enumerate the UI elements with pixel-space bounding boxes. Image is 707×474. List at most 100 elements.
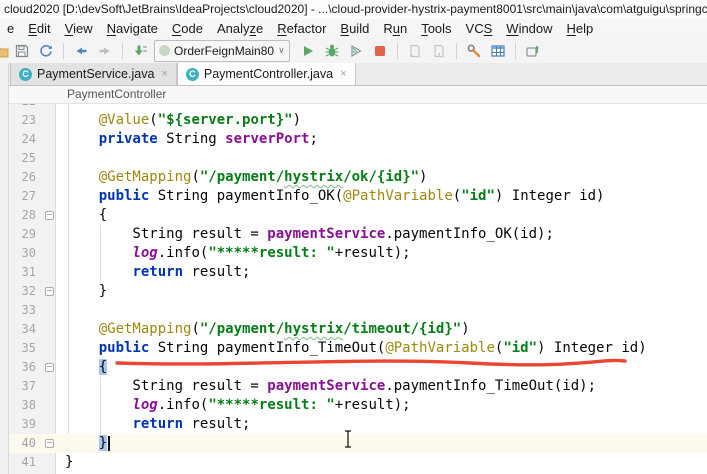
editor-row: 37 String result = paymentService.paymen… xyxy=(0,377,707,396)
code-line[interactable]: String result = paymentService.paymentIn… xyxy=(65,377,596,396)
line-number[interactable]: 22 xyxy=(8,104,36,111)
editor-row: 39 return result; xyxy=(0,415,707,434)
line-number[interactable]: 40 xyxy=(8,434,36,453)
menu-item-refactor[interactable]: Refactor xyxy=(270,19,333,38)
coverage-icon xyxy=(351,44,362,57)
line-number[interactable]: 31 xyxy=(8,263,36,282)
back-button[interactable] xyxy=(69,40,93,62)
fold-marker-icon[interactable] xyxy=(45,439,54,448)
forward-button[interactable] xyxy=(93,40,117,62)
menu-item-tools[interactable]: Tools xyxy=(414,19,458,38)
line-number[interactable]: 26 xyxy=(8,168,36,187)
editor-row: 28 { xyxy=(0,206,707,225)
tab-label: PaymentService.java xyxy=(37,67,155,81)
line-number[interactable]: 33 xyxy=(8,301,36,320)
code-line[interactable]: @GetMapping("/payment/hystrix/timeout/{i… xyxy=(65,320,470,339)
editor-row: 36 { xyxy=(0,358,707,377)
line-number[interactable]: 25 xyxy=(8,149,36,168)
menu-item-edit[interactable]: Edit xyxy=(21,19,57,38)
class-icon: C xyxy=(185,67,199,81)
close-icon[interactable]: × xyxy=(340,68,346,80)
code-line[interactable]: public String paymentInfo_TimeOut(@PathV… xyxy=(65,339,647,358)
code-line[interactable]: public String paymentInfo_OK(@PathVariab… xyxy=(65,187,605,206)
code-line[interactable]: private String serverPort; xyxy=(65,130,318,149)
debug-bug-icon xyxy=(325,44,339,56)
update-project-button[interactable] xyxy=(128,40,152,62)
toolbar-separator xyxy=(63,42,64,59)
run-icon xyxy=(303,45,313,56)
line-number[interactable]: 34 xyxy=(8,320,36,339)
toolbar-separator xyxy=(396,42,398,59)
code-line[interactable]: log.info("*****result: "+result); xyxy=(65,244,410,263)
line-number[interactable]: 38 xyxy=(8,396,36,415)
menu-item-build[interactable]: Build xyxy=(333,19,376,38)
menu-item-view[interactable]: View xyxy=(58,19,100,38)
menu-item-window[interactable]: Window xyxy=(499,19,559,38)
code-line[interactable]: } xyxy=(65,453,73,472)
editor-row: 23 @Value("${server.port}") xyxy=(0,111,707,130)
update-resources-button[interactable] xyxy=(427,40,451,62)
save-button[interactable] xyxy=(10,40,34,62)
line-number[interactable]: 36 xyxy=(8,358,36,377)
editor-row: 38 log.info("*****result: "+result); xyxy=(0,396,707,415)
line-number[interactable]: 27 xyxy=(8,187,36,206)
line-number[interactable]: 28 xyxy=(8,206,36,225)
breadcrumb-item[interactable]: PaymentController xyxy=(67,87,166,101)
menu-item-code[interactable]: Code xyxy=(165,19,210,38)
menu-item-run[interactable]: Run xyxy=(376,19,414,38)
class-icon: C xyxy=(19,67,32,81)
code-line[interactable]: { xyxy=(65,358,108,377)
update-project-icon xyxy=(134,45,147,55)
fold-marker-icon[interactable] xyxy=(45,363,54,372)
code-line[interactable]: { xyxy=(65,206,107,225)
code-line[interactable]: } xyxy=(65,434,111,453)
editor-row: 24 private String serverPort; xyxy=(0,130,707,149)
line-number[interactable]: 37 xyxy=(8,377,36,396)
line-number[interactable]: 29 xyxy=(8,225,36,244)
update-application-button[interactable] xyxy=(403,40,427,62)
coverage-grid-button[interactable] xyxy=(486,40,510,62)
tool-window-stripe xyxy=(0,63,9,474)
menu-item-e[interactable]: e xyxy=(0,19,21,38)
open-file-button[interactable] xyxy=(0,40,10,62)
line-number[interactable]: 39 xyxy=(8,415,36,434)
line-number[interactable]: 30 xyxy=(8,244,36,263)
menu-item-analyze[interactable]: Analyze xyxy=(210,19,270,38)
tab-label: PaymentController.java xyxy=(203,67,334,81)
code-editor[interactable]: 2223 @Value("${server.port}")24 private … xyxy=(0,104,707,474)
fold-marker-icon[interactable] xyxy=(45,211,54,220)
line-number[interactable]: 24 xyxy=(8,130,36,149)
menu-item-navigate[interactable]: Navigate xyxy=(100,19,165,38)
code-line[interactable]: String result = paymentService.paymentIn… xyxy=(65,225,553,244)
menu-item-help[interactable]: Help xyxy=(560,19,601,38)
editor-row: 27 public String paymentInfo_OK(@PathVar… xyxy=(0,187,707,206)
line-number[interactable]: 41 xyxy=(8,453,36,472)
code-line[interactable]: return result; xyxy=(65,263,250,282)
run-with-coverage-button[interactable] xyxy=(344,40,368,62)
code-line[interactable]: return result; xyxy=(65,415,250,434)
update-application-icon xyxy=(410,44,420,57)
code-line[interactable]: log.info("*****result: "+result); xyxy=(65,396,410,415)
sync-button[interactable] xyxy=(34,40,58,62)
line-number[interactable]: 23 xyxy=(8,111,36,130)
code-line[interactable]: } xyxy=(65,282,107,301)
code-line[interactable]: @Value("${server.port}") xyxy=(65,111,301,130)
menu-bar: e Edit View Navigate Code Analyze Refactor Buil… xyxy=(0,19,707,38)
deploy-button[interactable] xyxy=(521,40,545,62)
editor-tab[interactable]: C PaymentController.java × xyxy=(176,63,356,85)
line-number[interactable]: 35 xyxy=(8,339,36,358)
window-title: cloud2020 [D:\devSoft\JetBrains\IdeaProj… xyxy=(0,0,707,20)
main-toolbar: OrderFeignMain80 ∨ xyxy=(0,38,707,64)
run-configuration-select[interactable]: OrderFeignMain80 ∨ xyxy=(154,39,290,62)
debug-button[interactable] xyxy=(320,40,344,62)
line-number[interactable]: 32 xyxy=(8,282,36,301)
stop-button[interactable] xyxy=(368,40,392,62)
fold-marker-icon[interactable] xyxy=(45,287,54,296)
menu-item-vcs[interactable]: VCS xyxy=(459,19,500,38)
run-configuration-label: OrderFeignMain80 xyxy=(174,43,275,58)
close-icon[interactable]: × xyxy=(161,68,167,80)
settings-wrench-button[interactable] xyxy=(462,40,486,62)
run-button[interactable] xyxy=(296,40,320,62)
code-line[interactable]: @GetMapping("/payment/hystrix/ok/{id}") xyxy=(65,168,428,187)
editor-tab[interactable]: C PaymentService.java × xyxy=(10,63,177,85)
